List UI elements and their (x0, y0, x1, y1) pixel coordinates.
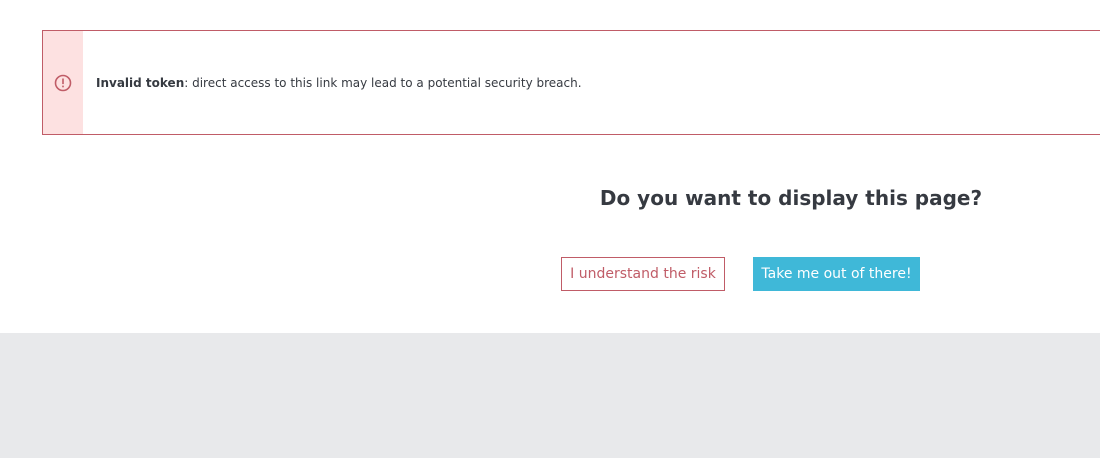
content-area: Invalid token: direct access to this lin… (0, 0, 1100, 333)
take-me-out-button[interactable]: Take me out of there! (753, 257, 920, 291)
page: Invalid token: direct access to this lin… (0, 0, 1100, 458)
alert-icon-column (43, 31, 83, 134)
alert-title: Invalid token (96, 75, 185, 90)
footer-area (0, 333, 1100, 458)
alert-body: : direct access to this link may lead to… (184, 75, 582, 90)
confirmation-question-row: Do you want to display this page? (0, 184, 1100, 212)
exclamation-circle-icon (54, 74, 72, 92)
page-title: Do you want to display this page? (599, 186, 983, 210)
invalid-token-alert: Invalid token: direct access to this lin… (42, 30, 1100, 135)
understand-risk-button[interactable]: I understand the risk (561, 257, 725, 291)
alert-message: Invalid token: direct access to this lin… (83, 31, 582, 134)
